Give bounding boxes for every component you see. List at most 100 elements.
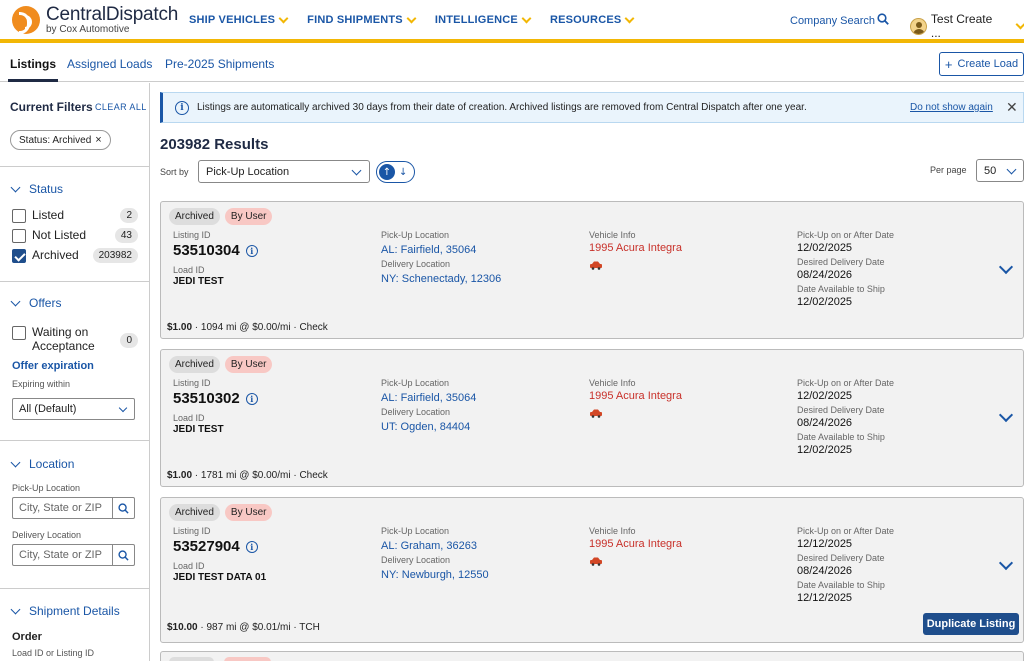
listing-card[interactable] [160, 651, 1024, 661]
tab-pre-2025-shipments[interactable]: Pre-2025 Shipments [165, 57, 274, 71]
delivery-date: 08/24/2026 [797, 269, 853, 281]
do-not-show-again-link[interactable]: Do not show again [910, 102, 993, 113]
price-summary: $1.00 · 1781 mi @ $0.00/mi · Check [167, 470, 328, 481]
status-badge: Archived [169, 504, 220, 521]
info-icon[interactable]: i [245, 244, 258, 257]
count-badge: 2 [120, 208, 138, 223]
chevron-down-icon[interactable] [998, 407, 1014, 423]
checkbox[interactable] [12, 209, 26, 223]
search-icon[interactable] [877, 13, 889, 25]
reason-badge: By User [224, 356, 273, 373]
tab-assigned-loads[interactable]: Assigned Loads [67, 57, 152, 71]
pickup-location[interactable]: AL: Graham, 36263 [381, 540, 477, 552]
pickup-date: 12/12/2025 [797, 538, 853, 550]
brand-sub: by Cox Automotive [46, 24, 130, 35]
chevron-down-icon[interactable] [998, 259, 1014, 275]
delivery-date: 08/24/2026 [797, 565, 853, 577]
info-icon: i [175, 100, 189, 115]
listing-card[interactable]: Archived By User Listing ID 53510304 i Loa… [160, 201, 1024, 339]
load-id: JEDI TEST [173, 424, 224, 435]
shipment-details-section-toggle[interactable]: Shipment Details [10, 604, 120, 618]
available-date: 12/02/2025 [797, 444, 853, 456]
pickup-search-button[interactable] [112, 498, 134, 518]
pickup-location[interactable]: AL: Fairfield, 35064 [381, 392, 476, 404]
arrow-up-icon[interactable]: ↑ [379, 164, 395, 180]
status-archived[interactable]: Archived 203982 [12, 248, 138, 263]
nav-resources[interactable]: RESOURCES [550, 13, 635, 26]
status-not-listed[interactable]: Not Listed 43 [12, 228, 138, 243]
delivery-location-field [12, 544, 135, 566]
chevron-down-icon [118, 403, 128, 413]
delivery-date: 08/24/2026 [797, 417, 853, 429]
status-badge: Archived [169, 208, 220, 225]
chevron-down-icon [10, 296, 21, 306]
per-page-label: Per page [930, 165, 967, 175]
results-count: 203982 Results [160, 136, 269, 153]
listing-id: 53510304 i [173, 242, 258, 259]
search-icon [118, 549, 129, 561]
vehicle-info: 1995 Acura Integra [589, 538, 682, 550]
sort-by-select[interactable]: Pick-Up Location [198, 160, 370, 183]
checkbox[interactable] [12, 229, 26, 243]
pickup-location-input[interactable] [13, 498, 112, 518]
chevron-down-icon [10, 604, 21, 614]
offers-section-toggle[interactable]: Offers [10, 296, 61, 310]
delivery-location-input[interactable] [13, 545, 112, 565]
location-section-toggle[interactable]: Location [10, 457, 74, 471]
user-menu[interactable]: Test Create ... [910, 12, 1024, 40]
status-badge [169, 657, 214, 661]
tabs-bar: Listings Assigned Loads Pre-2025 Shipmen… [0, 47, 1024, 82]
chevron-down-icon [521, 13, 532, 23]
close-icon[interactable]: ✕ [1006, 99, 1018, 116]
create-load-button[interactable]: + Create Load [939, 52, 1024, 76]
delivery-search-button[interactable] [112, 545, 134, 565]
sort-direction-toggle[interactable]: ↑ ↓ [376, 161, 415, 183]
close-icon[interactable]: × [95, 134, 101, 146]
checkbox[interactable] [12, 326, 26, 340]
banner-text: Listings are automatically archived 30 d… [197, 102, 807, 113]
checkbox-checked[interactable] [12, 249, 26, 263]
delivery-location[interactable]: NY: Newburgh, 12550 [381, 569, 489, 581]
count-badge: 203982 [92, 248, 138, 263]
available-date: 12/02/2025 [797, 296, 853, 308]
status-section-toggle[interactable]: Status [10, 182, 63, 196]
delivery-location[interactable]: NY: Schenectady, 12306 [381, 273, 501, 285]
expiring-within-select[interactable]: All (Default) [12, 398, 135, 420]
clear-all-link[interactable]: CLEAR ALL [95, 102, 147, 112]
arrow-down-icon[interactable]: ↓ [399, 167, 407, 178]
top-nav: CentralDispatch by Cox Automotive SHIP V… [0, 0, 1024, 43]
price-summary: $1.00 · 1094 mi @ $0.00/mi · Check [167, 322, 328, 333]
plus-icon: + [944, 56, 953, 72]
load-id: JEDI TEST [173, 276, 224, 287]
vehicle-info: 1995 Acura Integra [589, 390, 682, 402]
chevron-down-icon [1006, 164, 1017, 175]
logo[interactable]: CentralDispatch by Cox Automotive [12, 5, 178, 35]
per-page-select[interactable]: 50 [976, 159, 1024, 182]
main-menu: SHIP VEHICLES FIND SHIPMENTS INTELLIGENC… [189, 13, 635, 26]
offer-expiration-title: Offer expiration [12, 360, 94, 372]
delivery-location[interactable]: UT: Ogden, 84404 [381, 421, 470, 433]
offers-waiting[interactable]: Waiting on Acceptance 0 [12, 325, 138, 353]
sort-by-label: Sort by [160, 167, 189, 177]
company-search-link[interactable]: Company Search [790, 15, 875, 27]
duplicate-listing-button[interactable]: Duplicate Listing [923, 613, 1019, 635]
listing-card[interactable]: Archived By User Listing ID 53510302 i Loa… [160, 349, 1024, 487]
nav-find-shipments[interactable]: FIND SHIPMENTS [307, 13, 417, 26]
status-listed[interactable]: Listed 2 [12, 208, 138, 223]
info-icon[interactable]: i [245, 392, 258, 405]
pickup-location[interactable]: AL: Fairfield, 35064 [381, 244, 476, 256]
filter-chip-status[interactable]: Status: Archived × [10, 130, 111, 150]
inoperable-vehicle-icon [590, 409, 602, 418]
chevron-down-icon[interactable] [998, 555, 1014, 571]
chevron-down-icon [10, 457, 21, 467]
listing-card[interactable]: Archived By User Listing ID 53527904 i Loa… [160, 497, 1024, 643]
info-icon[interactable]: i [245, 540, 258, 553]
tab-listings[interactable]: Listings [7, 57, 59, 82]
chevron-down-icon [10, 182, 21, 192]
chevron-down-icon [624, 13, 635, 23]
nav-intelligence[interactable]: INTELLIGENCE [435, 13, 532, 26]
chevron-down-icon [351, 165, 362, 176]
nav-ship-vehicles[interactable]: SHIP VEHICLES [189, 13, 289, 26]
listing-id: 53510302 i [173, 390, 258, 407]
reason-badge: By User [224, 504, 273, 521]
